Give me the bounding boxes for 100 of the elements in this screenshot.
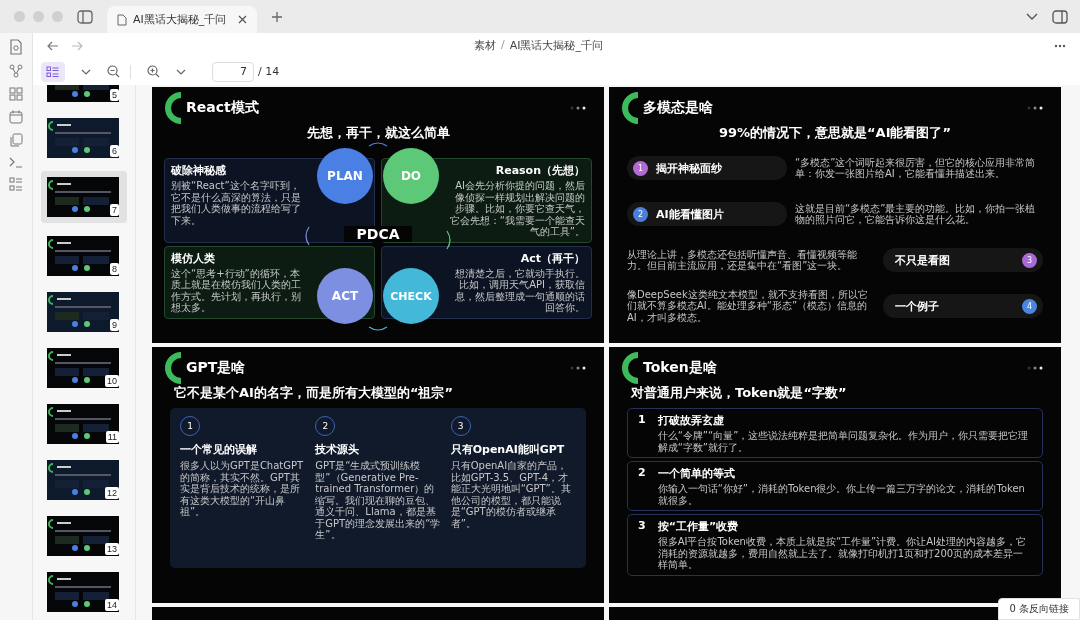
topic-text: 从理论上讲，多模态还包括听懂声音、看懂视频等能力。但目前主流应用，还是集中在“看图”这一块。: [627, 248, 858, 272]
item-title: 打破故弄玄虚: [657, 413, 725, 428]
slide-thumbnail[interactable]: 14: [41, 569, 127, 615]
page-number-badge: 7: [110, 204, 119, 216]
card-text: 这个“思考+行动”的循环，本质上就是在模仿我们人类的工作方式。先计划，再执行，别想太多。: [171, 267, 302, 314]
breadcrumb-current: AI黑话大揭秘_千问: [509, 38, 603, 53]
slide-thumbnail[interactable]: 7: [41, 171, 127, 223]
zoom-in-icon[interactable]: [147, 65, 160, 78]
page-number-field[interactable]: 7: [212, 61, 254, 82]
slide-title: Token是啥: [643, 359, 718, 377]
slide-thumbnail[interactable]: 8: [41, 233, 127, 279]
backlinks-counter[interactable]: 0 条反向链接: [998, 598, 1080, 620]
sidebar-toggle-icon[interactable]: [77, 9, 93, 24]
slide-title: React模式: [186, 99, 260, 117]
slide-title: 多模态是啥: [643, 99, 714, 117]
slide-subtitle: 它不是某个AI的名字，而是所有大模型的“祖宗”: [174, 384, 454, 402]
number-badge: 4: [1022, 298, 1037, 314]
number-badge: 3: [1022, 252, 1037, 268]
slide-preview-drawing: [47, 516, 119, 556]
slide-thumbnail[interactable]: 11: [41, 401, 127, 447]
slide-preview-drawing: [47, 404, 119, 444]
column-text: 只有OpenAI自家的产品，比如GPT-3.5、GPT-4，才能正大光明地叫“GPT”。其他公司的模型，都只能说是“GPT的模仿者或继承者”。: [450, 460, 572, 529]
breadcrumb-link[interactable]: 素材: [474, 38, 496, 53]
card-text: AI会先分析你提的问题，然后像侦探一样规划出解决问题的步骤。比如，你要它查天气，它会先想：“我需要一个能查天气的工具”。: [448, 180, 585, 238]
more-options-icon[interactable]: [1054, 43, 1066, 48]
topic-text: 这就是目前“多模态”最主要的功能。比如，你拍一张植物的照片问它，它能告诉你这是什么花。: [795, 202, 1037, 226]
ring-decoration: [621, 352, 639, 384]
slide-thumbnail[interactable]: 12: [41, 457, 127, 503]
sidebar-toggle-icon[interactable]: [1052, 9, 1068, 24]
terminal-icon[interactable]: [9, 156, 23, 168]
zoom-out-icon[interactable]: [107, 65, 120, 78]
column-text: GPT是“生成式预训练模型”（Generative Pre-trained Transformer）的缩写。我们现在聊的豆包、通义千问、Llama，都是基于GPT的理念发展出来的“学生”。: [315, 460, 441, 541]
file-search-icon[interactable]: [9, 39, 23, 55]
slide-preview-drawing: [47, 236, 119, 276]
item-title: 按“工作量”收费: [657, 519, 740, 534]
slide-thumbnail[interactable]: 6: [41, 115, 127, 161]
page-number-badge: 5: [110, 89, 119, 101]
card-text: 别被“React”这个名字吓到，它不是什么高深的算法，只是把我们人类做事的流程给写了下来。: [171, 180, 302, 226]
page-number-badge: 6: [110, 145, 119, 157]
number-badge: 2: [633, 206, 648, 222]
slide-title: GPT是啥: [186, 359, 247, 377]
slide-thumbnail[interactable]: 5: [41, 85, 127, 105]
slide-thumbnail[interactable]: 10: [41, 345, 127, 391]
document-tab[interactable]: AI黑话大揭秘_千问: [107, 6, 257, 33]
chevron-down-icon[interactable]: [81, 68, 91, 75]
close-icon[interactable]: [238, 15, 247, 24]
item-number: 3: [638, 519, 646, 534]
slide-preview-drawing: [47, 118, 119, 158]
calendar-icon[interactable]: [9, 110, 23, 124]
pill-label: 不只是看图: [895, 252, 950, 268]
item-number: 1: [638, 413, 646, 428]
ring-decoration: [164, 352, 182, 384]
card-text: 想清楚之后，它就动手执行。比如，调用天气API，获取信息，然后整理成一句通顺的话回答你。: [454, 267, 585, 314]
pill-label: 揭开神秘面纱: [656, 160, 722, 176]
cycle-label: PDCA: [344, 226, 412, 242]
number-badge: 1: [633, 160, 648, 176]
column-title: 一个常见的误解: [180, 442, 258, 457]
dots-indicator-icon: [1027, 106, 1043, 110]
slide-preview-drawing: [47, 177, 119, 217]
card-title: 破除神秘感: [171, 163, 227, 178]
topic-text: “多模态”这个词听起来很厉害，但它的核心应用非常简单：你发一张图片给AI，它能看懂并描述出来。: [795, 156, 1037, 180]
document-icon: [117, 13, 127, 26]
chevron-down-icon[interactable]: [1026, 12, 1038, 21]
page-number-badge: 9: [110, 319, 119, 331]
dots-indicator-icon: [570, 106, 586, 110]
grid-icon[interactable]: [9, 87, 23, 101]
ring-decoration: [164, 92, 182, 124]
slide-thumbnail[interactable]: 9: [41, 289, 127, 335]
chevron-down-icon[interactable]: [176, 68, 186, 75]
card-title: Reason（先想）: [494, 163, 585, 178]
list-icon[interactable]: [9, 177, 23, 191]
slide-preview-drawing: [47, 572, 119, 612]
column-title: 技术源头: [315, 442, 361, 457]
outline-view-button[interactable]: [41, 61, 65, 82]
column-text: 很多人以为GPT是ChatGPT的简称，其实不然。GPT其实是背后技术的统称，是所有这类大模型的“开山鼻祖”。: [180, 460, 305, 518]
slide-preview-drawing: [47, 292, 119, 332]
slide-subtitle: 99%的情况下，意思就是“AI能看图了”: [718, 124, 952, 142]
slide-thumbnail[interactable]: 13: [41, 513, 127, 559]
pill-label: AI能看懂图片: [656, 206, 724, 222]
card-title: 模仿人类: [171, 250, 216, 266]
ring-decoration: [621, 92, 639, 124]
list-icon: [46, 65, 60, 78]
item-title: 一个简单的等式: [657, 466, 736, 481]
column-title: 只有OpenAI能叫GPT: [450, 442, 566, 457]
item-text: 你输入一句话“你好”，消耗的Token很少。你上传一篇三万字的论文，消耗的Token就很多。: [657, 483, 1026, 506]
slide-subtitle: 先想，再干，就这么简单: [306, 124, 450, 142]
page-total: / 14: [258, 65, 280, 78]
slide-preview-drawing: [47, 460, 119, 500]
page-number-badge: 8: [110, 263, 119, 275]
item-text: 什么“令牌”“向量”，这些说法纯粹是把简单问题复杂化。作为用户，你只需要把它理解成“字数”就行了。: [657, 430, 1030, 453]
item-number: 2: [638, 466, 646, 481]
topic-text: 像DeepSeek这类纯文本模型，就不支持看图，所以它们就不算多模态AI。能处理多种“形态”（模态）信息的AI，才叫多模态。: [627, 288, 869, 324]
back-arrow-icon[interactable]: [47, 40, 59, 51]
slide-preview-drawing: [47, 348, 119, 388]
pill-label: 一个例子: [895, 298, 939, 314]
breadcrumb-separator: /: [501, 38, 505, 53]
slide-subtitle: 对普通用户来说，Token就是“字数”: [631, 384, 848, 402]
graph-icon[interactable]: [9, 64, 23, 78]
plus-icon[interactable]: [271, 10, 283, 23]
copy-icon[interactable]: [9, 133, 23, 147]
